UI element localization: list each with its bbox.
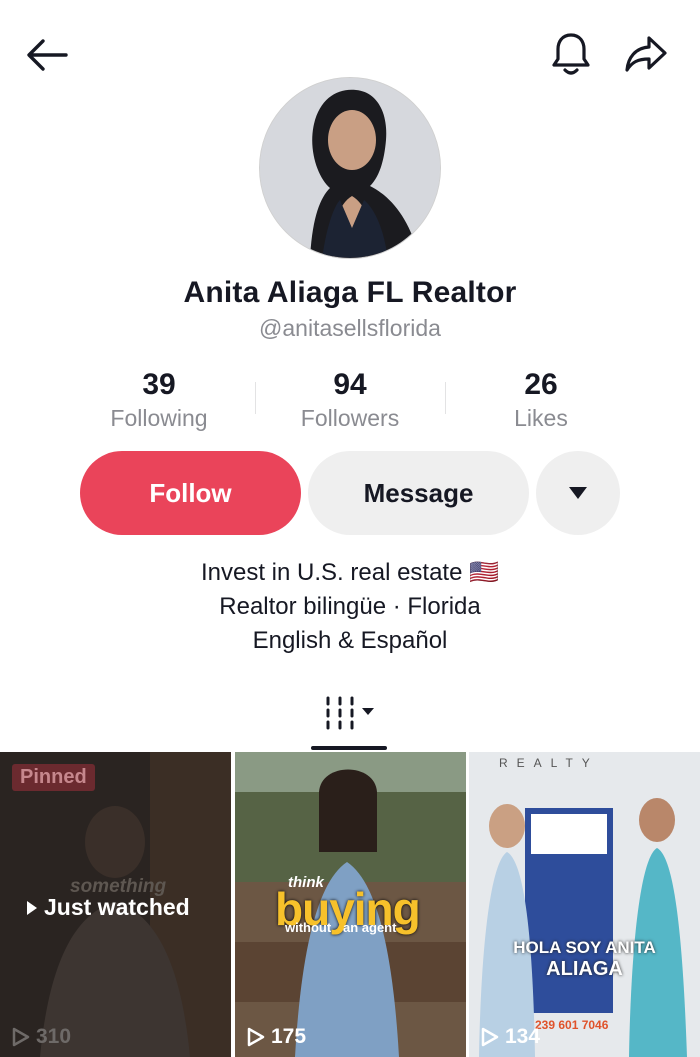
arrow-left-icon (27, 39, 68, 71)
bio-line: Realtor bilingüe · Florida (219, 593, 481, 620)
active-tab-indicator (311, 746, 387, 750)
profile-stats: 39 Following 94 Followers 26 Likes (0, 366, 700, 436)
grid-lines-icon (326, 696, 374, 730)
content-tab-bar (0, 680, 700, 752)
video-grid: Pinned something Just watched 310 think … (0, 752, 700, 1057)
play-icon (12, 1027, 30, 1047)
profile-bio: Invest in U.S. real estate 🇺🇸 Realtor bi… (0, 556, 700, 658)
stat-followers[interactable]: 94 Followers (255, 366, 445, 432)
caret-down-icon (569, 487, 587, 499)
notifications-button[interactable] (546, 28, 596, 80)
play-icon (247, 1027, 265, 1047)
view-count: 134 (481, 1025, 540, 1049)
back-button[interactable] (22, 30, 72, 80)
overlay-an-agent: an agent (343, 920, 397, 935)
bell-icon (552, 33, 590, 75)
video-thumbnail (469, 752, 700, 1057)
overlay-brand: REALTY (499, 756, 599, 770)
profile-name: Anita Aliaga FL Realtor (183, 276, 517, 309)
view-count-value: 175 (271, 1025, 307, 1048)
avatar-photo (260, 78, 440, 258)
stat-following[interactable]: 39 Following (64, 366, 254, 432)
more-options-button[interactable] (536, 451, 620, 535)
profile-handle: @anitasellsflorida (259, 315, 441, 341)
overlay-phone: 239 601 7046 (535, 1018, 609, 1032)
stat-label: Following (110, 405, 208, 431)
play-icon (27, 900, 37, 915)
stat-value: 94 (333, 368, 367, 401)
bio-line: Invest in U.S. real estate 🇺🇸 (200, 559, 499, 586)
just-watched-label: Just watched (26, 894, 190, 921)
pinned-badge: Pinned (12, 764, 95, 791)
message-button[interactable]: Message (308, 451, 529, 535)
share-button[interactable] (620, 28, 672, 80)
stat-value: 26 (524, 368, 558, 401)
follow-button[interactable]: Follow (80, 451, 301, 535)
overlay-aliaga: ALIAGA (546, 958, 623, 980)
play-icon (481, 1027, 499, 1047)
stat-likes[interactable]: 26 Likes (446, 366, 636, 432)
video-tile[interactable]: REALTY HOLA SOY ANITA ALIAGA 239 601 704… (469, 752, 700, 1057)
video-tile[interactable]: Pinned something Just watched 310 (0, 752, 231, 1057)
overlay-hola: HOLA SOY ANITA (513, 938, 656, 957)
video-tile[interactable]: think buying without an agent 175 (235, 752, 466, 1057)
share-arrow-icon (625, 36, 667, 72)
view-count-value: 310 (36, 1025, 72, 1048)
profile-avatar[interactable] (259, 77, 441, 259)
view-count: 175 (247, 1025, 306, 1049)
stat-value: 39 (142, 368, 176, 401)
view-count-value: 134 (505, 1025, 541, 1048)
overlay-without: without (285, 920, 332, 935)
stat-label: Likes (514, 405, 568, 431)
bio-line: English & Español (252, 627, 448, 654)
tab-videos[interactable] (310, 680, 390, 746)
view-count: 310 (12, 1025, 71, 1049)
stat-label: Followers (300, 405, 400, 431)
just-watched-text: Just watched (44, 894, 190, 920)
